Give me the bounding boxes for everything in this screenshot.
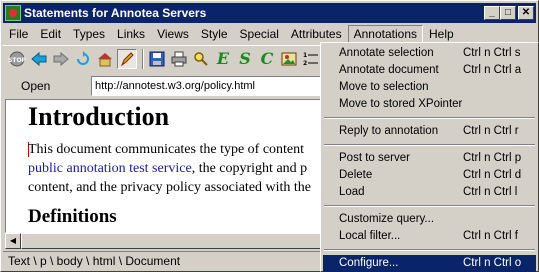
menu-item-post-to-server[interactable]: Post to server Ctrl n Ctrl p (323, 150, 536, 167)
forward-arrow-icon[interactable] (51, 49, 71, 69)
menu-bar: File Edit Types Links Views Style Specia… (3, 24, 536, 44)
reload-icon[interactable] (73, 49, 93, 69)
print-icon[interactable] (169, 49, 189, 69)
menu-separator (323, 201, 536, 211)
menu-item-local-filter[interactable]: Local filter... Ctrl n Ctrl f (323, 228, 536, 245)
definitions-heading: Definitions (28, 206, 117, 227)
maximize-button[interactable]: □ (500, 6, 516, 20)
menu-item-move-to-selection[interactable]: Move to selection (323, 79, 536, 96)
scroll-thumb[interactable] (21, 233, 321, 249)
close-button[interactable]: ✕ (518, 6, 534, 20)
css-style-icon[interactable]: S (235, 49, 255, 69)
menu-annotations[interactable]: Annotations (347, 25, 423, 43)
menu-views[interactable]: Views (151, 25, 195, 43)
save-icon[interactable] (147, 49, 167, 69)
menu-special[interactable]: Special (234, 25, 285, 43)
menu-style[interactable]: Style (195, 25, 234, 43)
numbered-list-icon[interactable]: 12 (301, 49, 321, 69)
back-arrow-icon[interactable] (29, 49, 49, 69)
svg-text:STOP: STOP (8, 57, 26, 64)
svg-text:1: 1 (303, 52, 307, 59)
stop-icon[interactable]: STOP (7, 49, 27, 69)
menu-item-delete[interactable]: Delete Ctrl n Ctrl d (323, 167, 536, 184)
home-icon[interactable] (95, 49, 115, 69)
menu-separator (323, 140, 536, 150)
menu-item-annotate-selection[interactable]: Annotate selection Ctrl n Ctrl s (323, 45, 536, 62)
find-icon[interactable] (191, 49, 211, 69)
open-label: Open (21, 79, 51, 93)
menu-help[interactable]: Help (423, 25, 460, 43)
toolbar-separator (142, 48, 144, 69)
spell-check-icon[interactable]: C (257, 49, 277, 69)
menu-links[interactable]: Links (111, 25, 151, 43)
annotate-icon[interactable]: E (213, 49, 233, 69)
menu-edit[interactable]: Edit (34, 25, 67, 43)
menu-item-load[interactable]: Load Ctrl n Ctrl l (323, 184, 536, 201)
menu-attributes[interactable]: Attributes (285, 25, 348, 43)
menu-item-customize-query[interactable]: Customize query... (323, 211, 536, 228)
menu-item-reply[interactable]: Reply to annotation Ctrl n Ctrl r (323, 123, 536, 140)
title-bar[interactable]: Statements for Annotea Servers _ □ ✕ (3, 3, 536, 23)
menu-types[interactable]: Types (67, 25, 111, 43)
menu-item-annotate-document[interactable]: Annotate document Ctrl n Ctrl a (323, 62, 536, 79)
insert-image-icon[interactable] (279, 49, 299, 69)
window-title: Statements for Annotea Servers (24, 6, 207, 20)
menu-item-move-to-xpointer[interactable]: Move to stored XPointer (323, 96, 536, 113)
paragraph-text: , the copyright and p (191, 161, 308, 176)
page-heading: Introduction (28, 102, 170, 131)
annotation-service-link[interactable]: public annotation test service (28, 161, 192, 176)
menu-item-configure[interactable]: Configure... Ctrl n Ctrl o (323, 255, 536, 272)
menu-file[interactable]: File (3, 25, 34, 43)
app-icon (5, 5, 21, 21)
url-input[interactable] (91, 76, 323, 96)
menu-separator (323, 245, 536, 255)
svg-text:2: 2 (303, 60, 307, 67)
annotations-menu: Annotate selection Ctrl n Ctrl s Annotate… (320, 42, 539, 272)
minimize-button[interactable]: _ (484, 6, 500, 20)
scroll-left-icon[interactable]: ◀ (5, 233, 21, 249)
menu-separator (323, 113, 536, 123)
edit-mode-icon[interactable] (117, 48, 137, 69)
